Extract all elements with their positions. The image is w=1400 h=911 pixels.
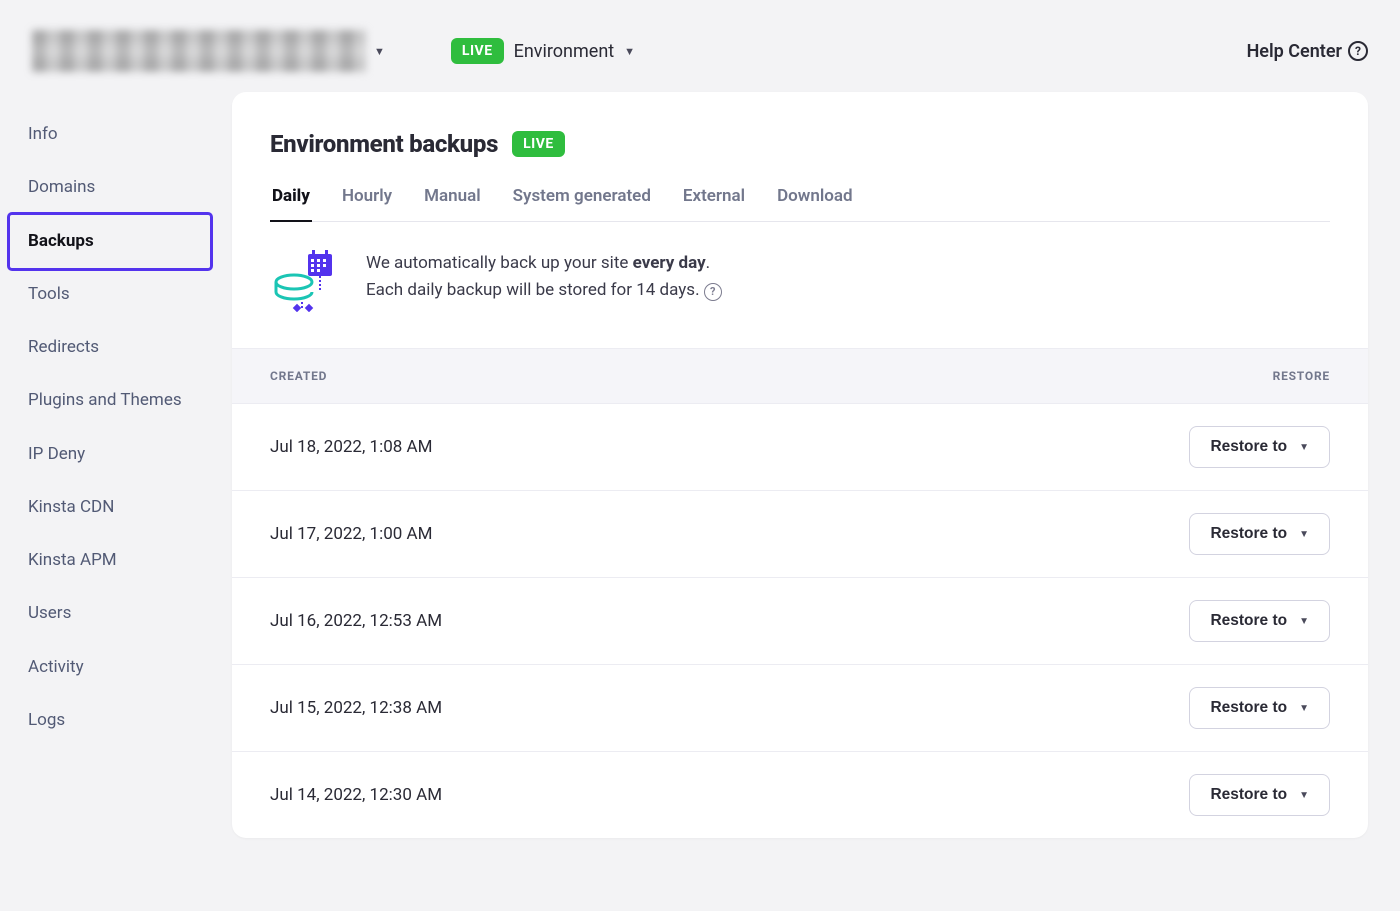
site-name-redacted bbox=[32, 30, 366, 72]
col-created: CREATED bbox=[270, 369, 327, 383]
backup-tabs: Daily Hourly Manual System generated Ext… bbox=[270, 186, 1330, 222]
sidebar-item-domains[interactable]: Domains bbox=[10, 161, 210, 214]
help-center-link[interactable]: Help Center ? bbox=[1247, 41, 1368, 62]
restore-to-button[interactable]: Restore to ▼ bbox=[1189, 426, 1330, 468]
tab-system-generated[interactable]: System generated bbox=[511, 186, 653, 221]
restore-to-button[interactable]: Restore to ▼ bbox=[1189, 687, 1330, 729]
backup-created: Jul 18, 2022, 1:08 AM bbox=[270, 437, 432, 457]
page-title: Environment backups bbox=[270, 130, 498, 158]
sidebar-item-info[interactable]: Info bbox=[10, 116, 210, 161]
table-header: CREATED RESTORE bbox=[232, 348, 1368, 404]
info-line-1: We automatically back up your site every… bbox=[366, 250, 722, 277]
backup-created: Jul 16, 2022, 12:53 AM bbox=[270, 611, 442, 631]
chevron-down-icon: ▼ bbox=[374, 45, 385, 58]
chevron-down-icon: ▼ bbox=[1299, 703, 1309, 714]
sidebar-item-logs[interactable]: Logs bbox=[10, 694, 210, 747]
live-badge: LIVE bbox=[512, 131, 565, 157]
help-center-label: Help Center bbox=[1247, 41, 1342, 62]
sidebar: Info Domains Backups Tools Redirects Plu… bbox=[10, 92, 210, 747]
sidebar-item-plugins-and-themes[interactable]: Plugins and Themes bbox=[10, 374, 210, 427]
environment-label: Environment bbox=[514, 41, 615, 62]
tab-hourly[interactable]: Hourly bbox=[340, 186, 394, 221]
sidebar-item-tools[interactable]: Tools bbox=[10, 268, 210, 321]
col-restore: RESTORE bbox=[1273, 369, 1330, 383]
chevron-down-icon: ▼ bbox=[1299, 790, 1309, 801]
tab-external[interactable]: External bbox=[681, 186, 747, 221]
question-circle-icon: ? bbox=[1348, 41, 1368, 61]
sidebar-item-backups[interactable]: Backups bbox=[10, 215, 210, 268]
backup-calendar-icon bbox=[272, 250, 338, 312]
chevron-down-icon: ▼ bbox=[624, 45, 635, 58]
table-row: Jul 15, 2022, 12:38 AM Restore to ▼ bbox=[232, 665, 1368, 752]
sidebar-item-redirects[interactable]: Redirects bbox=[10, 321, 210, 374]
backup-created: Jul 14, 2022, 12:30 AM bbox=[270, 785, 442, 805]
live-badge: LIVE bbox=[451, 38, 504, 64]
chevron-down-icon: ▼ bbox=[1299, 529, 1309, 540]
backup-created: Jul 15, 2022, 12:38 AM bbox=[270, 698, 442, 718]
site-selector[interactable]: ▼ bbox=[32, 30, 385, 72]
tab-daily[interactable]: Daily bbox=[270, 186, 312, 222]
sidebar-item-users[interactable]: Users bbox=[10, 587, 210, 640]
chevron-down-icon: ▼ bbox=[1299, 442, 1309, 453]
tab-download[interactable]: Download bbox=[775, 186, 854, 221]
main-panel: Environment backups LIVE Daily Hourly Ma… bbox=[232, 92, 1368, 838]
table-row: Jul 17, 2022, 1:00 AM Restore to ▼ bbox=[232, 491, 1368, 578]
question-circle-icon[interactable]: ? bbox=[704, 283, 722, 301]
tab-manual[interactable]: Manual bbox=[422, 186, 483, 221]
sidebar-item-kinsta-apm[interactable]: Kinsta APM bbox=[10, 534, 210, 587]
chevron-down-icon: ▼ bbox=[1299, 616, 1309, 627]
info-line-2: Each daily backup will be stored for 14 … bbox=[366, 277, 722, 304]
table-row: Jul 18, 2022, 1:08 AM Restore to ▼ bbox=[232, 404, 1368, 491]
restore-to-button[interactable]: Restore to ▼ bbox=[1189, 774, 1330, 816]
backup-created: Jul 17, 2022, 1:00 AM bbox=[270, 524, 432, 544]
info-block: We automatically back up your site every… bbox=[232, 222, 1368, 348]
topbar: ▼ LIVE Environment ▼ Help Center ? bbox=[0, 0, 1400, 92]
restore-to-button[interactable]: Restore to ▼ bbox=[1189, 513, 1330, 555]
environment-selector[interactable]: LIVE Environment ▼ bbox=[451, 38, 635, 64]
sidebar-item-ip-deny[interactable]: IP Deny bbox=[10, 428, 210, 481]
table-row: Jul 14, 2022, 12:30 AM Restore to ▼ bbox=[232, 752, 1368, 838]
restore-to-button[interactable]: Restore to ▼ bbox=[1189, 600, 1330, 642]
sidebar-item-kinsta-cdn[interactable]: Kinsta CDN bbox=[10, 481, 210, 534]
table-row: Jul 16, 2022, 12:53 AM Restore to ▼ bbox=[232, 578, 1368, 665]
sidebar-item-activity[interactable]: Activity bbox=[10, 641, 210, 694]
